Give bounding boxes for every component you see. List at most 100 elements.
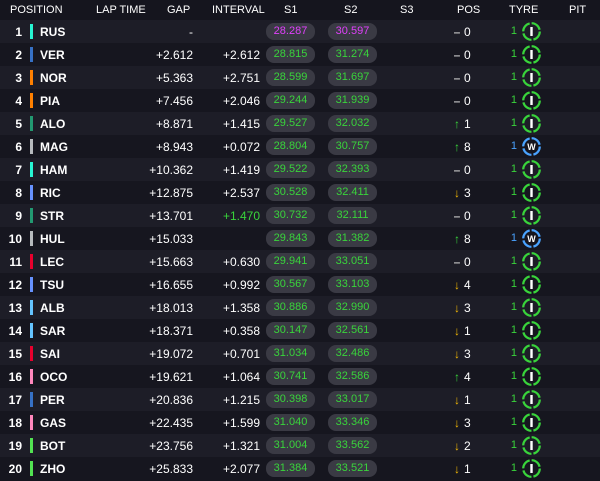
- position-change: 4: [464, 278, 471, 292]
- driver-row[interactable]: 11 LEC +15.663 +0.630 29.941 33.051 –0 1: [0, 250, 600, 273]
- tyre-laps: 1: [510, 370, 517, 382]
- driver-row[interactable]: 3 NOR +5.363 +2.751 28.599 31.697 –0 1: [0, 66, 600, 89]
- interval-value: +0.630: [222, 255, 260, 269]
- driver-row[interactable]: 16 OCO +19.621 +1.064 30.741 32.586 ↑ 4 1: [0, 365, 600, 388]
- header-position[interactable]: POSITION: [10, 4, 63, 16]
- driver-row[interactable]: 13 ALB +18.013 +1.358 30.886 32.990 ↓ 3 1: [0, 296, 600, 319]
- sector-1-time: 30.528: [266, 184, 315, 201]
- loss-arrow-icon: ↓: [454, 393, 460, 407]
- position-number: 20: [8, 462, 22, 476]
- team-color-bar: [30, 47, 33, 62]
- position-change: 0: [464, 71, 471, 85]
- sector-2-time: 33.562: [328, 437, 377, 454]
- position-change: 1: [464, 462, 471, 476]
- tyre-laps: 1: [510, 117, 517, 129]
- wet-tyre-icon: W: [522, 229, 541, 248]
- driver-row[interactable]: 7 HAM +10.362 +1.419 29.522 32.393 –0 1: [0, 158, 600, 181]
- driver-row[interactable]: 5 ALO +8.871 +1.415 29.527 32.032 ↑ 1 1: [0, 112, 600, 135]
- driver-code: ALO: [40, 117, 66, 131]
- interval-value: +2.077: [222, 462, 260, 476]
- svg-text:W: W: [527, 234, 536, 244]
- team-color-bar: [30, 93, 33, 108]
- gain-arrow-icon: ↑: [454, 370, 460, 384]
- driver-row[interactable]: 8 RIC +12.875 +2.537 30.528 32.411 ↓ 3 1: [0, 181, 600, 204]
- position-number: 18: [8, 416, 22, 430]
- position-change: 4: [464, 370, 471, 384]
- driver-row[interactable]: 6 MAG +8.943 +0.072 28.804 30.757 ↑ 8 1 W: [0, 135, 600, 158]
- gap-value: +22.435: [149, 416, 193, 430]
- driver-row[interactable]: 2 VER +2.612 +2.612 28.815 31.274 –0 1: [0, 43, 600, 66]
- position-number: 1: [15, 25, 22, 39]
- header-gap[interactable]: GAP: [167, 4, 190, 16]
- timing-header: POSITION LAP TIME GAP INTERVAL S1 S2 S3 …: [0, 0, 600, 20]
- sector-1-time: 29.527: [266, 115, 315, 132]
- loss-arrow-icon: ↓: [454, 186, 460, 200]
- position-number: 2: [15, 48, 22, 62]
- position-number: 7: [15, 163, 22, 177]
- header-pos[interactable]: POS: [457, 4, 480, 16]
- header-tyre[interactable]: TYRE: [509, 4, 538, 16]
- sector-2-time: 30.757: [328, 138, 377, 155]
- driver-code: LEC: [40, 255, 64, 269]
- driver-code: RUS: [40, 25, 66, 39]
- driver-row[interactable]: 4 PIA +7.456 +2.046 29.244 31.939 –0 1: [0, 89, 600, 112]
- position-number: 4: [15, 94, 22, 108]
- driver-row[interactable]: 10 HUL +15.033 29.843 31.382 ↑ 8 1 W: [0, 227, 600, 250]
- header-lap-time[interactable]: LAP TIME: [96, 4, 146, 16]
- driver-row[interactable]: 19 BOT +23.756 +1.321 31.004 33.562 ↓ 2 1: [0, 434, 600, 457]
- driver-row[interactable]: 15 SAI +19.072 +0.701 31.034 32.486 ↓ 3 1: [0, 342, 600, 365]
- driver-row[interactable]: 1 RUS - 28.287 30.597 –0 1: [0, 20, 600, 43]
- gap-value: +15.663: [149, 255, 193, 269]
- sector-1-time: 30.398: [266, 391, 315, 408]
- header-interval[interactable]: INTERVAL: [212, 4, 265, 16]
- gain-arrow-icon: ↑: [454, 117, 460, 131]
- sector-2-time: 31.274: [328, 46, 377, 63]
- driver-row[interactable]: 12 TSU +16.655 +0.992 30.567 33.103 ↓ 4 1: [0, 273, 600, 296]
- tyre-laps: 1: [510, 71, 517, 83]
- sector-1-time: 28.599: [266, 69, 315, 86]
- driver-row[interactable]: 20 ZHO +25.833 +2.077 31.384 33.521 ↓ 1 1: [0, 457, 600, 480]
- gap-value: +15.033: [149, 232, 193, 246]
- driver-code: PER: [40, 393, 65, 407]
- sector-2-time: 33.051: [328, 253, 377, 270]
- position-change: 1: [464, 324, 471, 338]
- intermediate-tyre-icon: [522, 114, 541, 133]
- position-change: 1: [464, 393, 471, 407]
- tyre-laps: 1: [510, 25, 517, 37]
- no-change-icon: –: [453, 25, 461, 39]
- driver-row[interactable]: 9 STR +13.701 +1.470 30.732 32.111 –0 1: [0, 204, 600, 227]
- timing-tower: POSITION LAP TIME GAP INTERVAL S1 S2 S3 …: [0, 0, 600, 481]
- position-change: 2: [464, 439, 471, 453]
- sector-2-time: 32.411: [328, 184, 377, 201]
- loss-arrow-icon: ↓: [454, 462, 460, 476]
- team-color-bar: [30, 139, 33, 154]
- driver-code: PIA: [40, 94, 61, 108]
- driver-row[interactable]: 18 GAS +22.435 +1.599 31.040 33.346 ↓ 3 1: [0, 411, 600, 434]
- sector-2-time: 32.486: [328, 345, 377, 362]
- team-color-bar: [30, 415, 33, 430]
- driver-row[interactable]: 14 SAR +18.371 +0.358 30.147 32.561 ↓ 1 1: [0, 319, 600, 342]
- loss-arrow-icon: ↓: [454, 439, 460, 453]
- position-change: 0: [464, 94, 471, 108]
- intermediate-tyre-icon: [522, 344, 541, 363]
- sector-2-time: 32.393: [328, 161, 377, 178]
- position-number: 8: [15, 186, 22, 200]
- sector-2-time: 32.990: [328, 299, 377, 316]
- driver-row[interactable]: 17 PER +20.836 +1.215 30.398 33.017 ↓ 1 1: [0, 388, 600, 411]
- intermediate-tyre-icon: [522, 390, 541, 409]
- sector-1-time: 28.804: [266, 138, 315, 155]
- tyre-laps: 1: [510, 163, 517, 175]
- team-color-bar: [30, 346, 33, 361]
- header-pit[interactable]: PIT: [569, 4, 586, 16]
- sector-1-time: 30.147: [266, 322, 315, 339]
- gap-value: +2.612: [155, 48, 193, 62]
- gap-value: +16.655: [149, 278, 193, 292]
- team-color-bar: [30, 323, 33, 338]
- no-change-icon: –: [453, 94, 461, 108]
- tyre-laps: 1: [510, 186, 517, 198]
- header-s3[interactable]: S3: [400, 4, 413, 16]
- header-s2[interactable]: S2: [344, 4, 357, 16]
- header-s1[interactable]: S1: [284, 4, 297, 16]
- intermediate-tyre-icon: [522, 22, 541, 41]
- intermediate-tyre-icon: [522, 367, 541, 386]
